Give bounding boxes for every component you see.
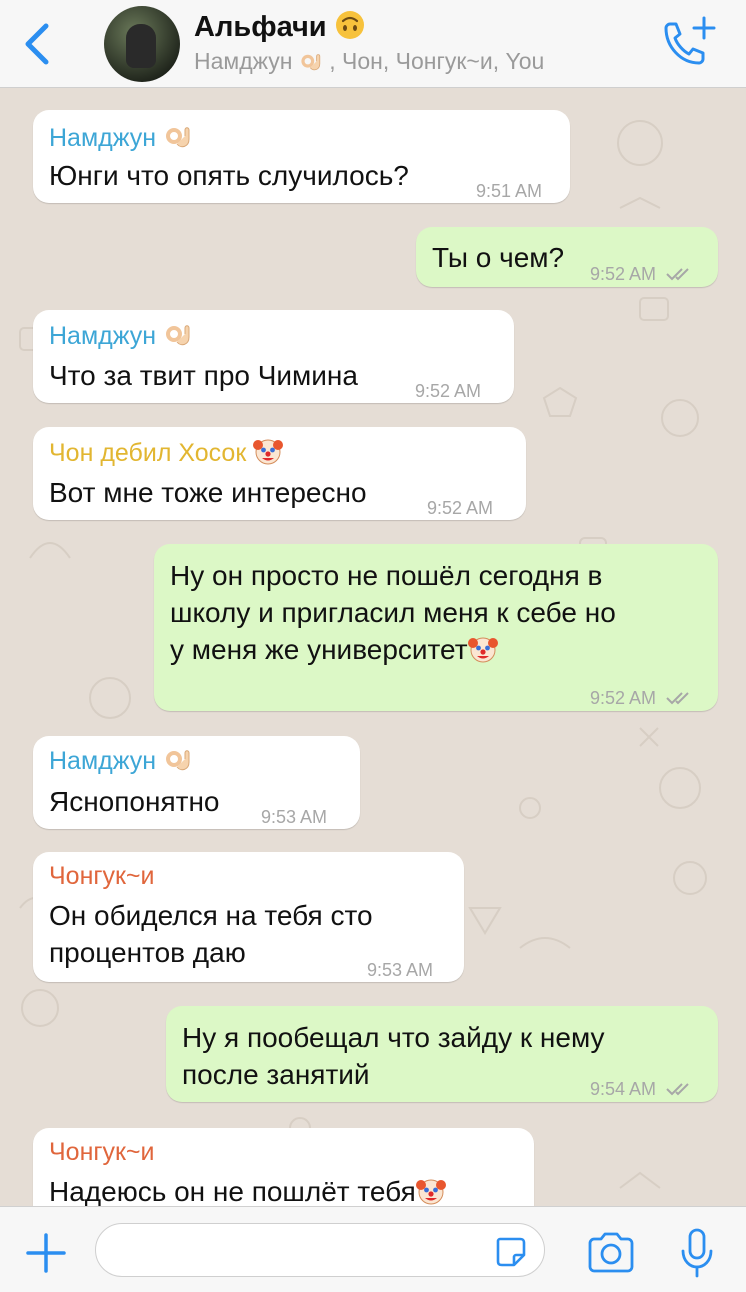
message-text-content: Надеюсь он не пошлёт тебя xyxy=(49,1176,416,1206)
message-time: 9:53 AM xyxy=(261,807,328,827)
message-input[interactable] xyxy=(95,1223,545,1277)
message-sender: Чон дебил Хосок xyxy=(49,436,284,468)
microphone-icon[interactable] xyxy=(678,1227,716,1279)
message-time: 9:51 AM xyxy=(476,181,543,201)
sender-name: Намджун xyxy=(49,322,157,350)
group-title[interactable]: Альфачи xyxy=(194,10,365,44)
sender-name: Чон дебил Хосок xyxy=(49,439,247,467)
add-call-icon[interactable] xyxy=(656,14,718,70)
message-text: Вот мне тоже интересно xyxy=(49,477,367,508)
members-list: , Чон, Чонгук~и, You xyxy=(329,48,545,74)
message-line: после занятий xyxy=(182,1059,370,1090)
message-time: 9:52 AM xyxy=(415,381,482,401)
sender-name: Намджун xyxy=(49,124,157,152)
message-bubble-outgoing[interactable]: Ну он просто не пошёл сегодня в школу и … xyxy=(154,544,718,711)
input-bar xyxy=(0,1206,746,1292)
message-time: 9:54 AM xyxy=(590,1070,695,1109)
upside-down-face-icon xyxy=(335,11,364,39)
back-chevron-icon[interactable] xyxy=(20,22,54,66)
ok-hand-icon xyxy=(166,750,190,771)
chat-header: Альфачи Намджун , Чон, Чонгук~и, You xyxy=(0,0,746,88)
message-sender: Чонгук~и xyxy=(49,1138,155,1166)
group-members: Намджун , Чон, Чонгук~и, You xyxy=(194,48,544,75)
chat-area[interactable]: Намджун Юнги что опять случилось? 9:51 A… xyxy=(0,88,746,1206)
message-line: школу и пригласил меня к себе но xyxy=(170,597,616,628)
message-bubble-incoming[interactable]: Намджун Что за твит про Чимина 9:52 AM xyxy=(33,310,514,403)
sender-name: Намджун xyxy=(49,747,157,775)
read-checks-icon xyxy=(666,1083,689,1096)
message-time: 9:53 AM xyxy=(367,960,434,980)
read-checks-icon xyxy=(666,692,689,705)
message-bubble-incoming[interactable]: Чонгук~и Он обиделся на тебя сто процент… xyxy=(33,852,464,982)
attach-plus-icon[interactable] xyxy=(24,1231,68,1275)
message-line: Ну я пообещал что зайду к нему xyxy=(182,1022,605,1053)
message-line: Ну он просто не пошёл сегодня в xyxy=(170,560,603,591)
message-line-text: у меня же университет xyxy=(170,634,468,665)
ok-hand-icon xyxy=(166,325,190,346)
message-sender: Намджун xyxy=(49,320,193,351)
ok-hand-icon xyxy=(301,54,321,71)
message-sender: Намджун xyxy=(49,122,193,153)
message-sender: Чонгук~и xyxy=(49,862,155,890)
ok-hand-icon xyxy=(166,127,190,148)
message-line: Он обиделся на тебя сто xyxy=(49,900,373,931)
message-bubble-outgoing[interactable]: Ты о чем? 9:52 AM xyxy=(416,227,718,287)
message-time: 9:52 AM xyxy=(590,679,695,718)
clown-face-icon xyxy=(467,637,498,663)
clown-face-icon xyxy=(253,439,284,465)
message-text: Яснопонятно xyxy=(49,786,220,817)
message-time: 9:52 AM xyxy=(590,255,695,294)
time-text: 9:52 AM xyxy=(590,264,657,284)
message-line: у меня же университет xyxy=(170,630,498,669)
message-time: 9:52 AM xyxy=(427,498,494,518)
member-namjoon: Намджун xyxy=(194,48,293,74)
clown-face-icon xyxy=(415,1179,446,1205)
group-avatar[interactable] xyxy=(104,6,180,82)
message-text: Юнги что опять случилось? xyxy=(49,160,409,191)
message-sender: Намджун xyxy=(49,745,193,776)
message-text: Ты о чем? xyxy=(432,242,565,273)
message-text: Что за твит про Чимина xyxy=(49,360,358,391)
message-bubble-incoming[interactable]: Намджун Юнги что опять случилось? 9:51 A… xyxy=(33,110,570,203)
read-checks-icon xyxy=(666,268,689,281)
group-title-text: Альфачи xyxy=(194,11,327,43)
message-bubble-outgoing[interactable]: Ну я пообещал что зайду к нему после зан… xyxy=(166,1006,718,1102)
message-bubble-incoming[interactable]: Чон дебил Хосок Вот мне тоже интересно 9… xyxy=(33,427,526,520)
sticker-icon[interactable] xyxy=(494,1235,528,1269)
message-text: Надеюсь он не пошлёт тебя xyxy=(49,1172,446,1206)
message-bubble-incoming[interactable]: Намджун Яснопонятно 9:53 AM xyxy=(33,736,360,829)
time-text: 9:52 AM xyxy=(590,688,657,708)
message-line: процентов даю xyxy=(49,937,246,968)
time-text: 9:54 AM xyxy=(590,1079,657,1099)
message-bubble-incoming[interactable]: Чонгук~и Надеюсь он не пошлёт тебя xyxy=(33,1128,534,1206)
camera-icon[interactable] xyxy=(586,1231,636,1273)
